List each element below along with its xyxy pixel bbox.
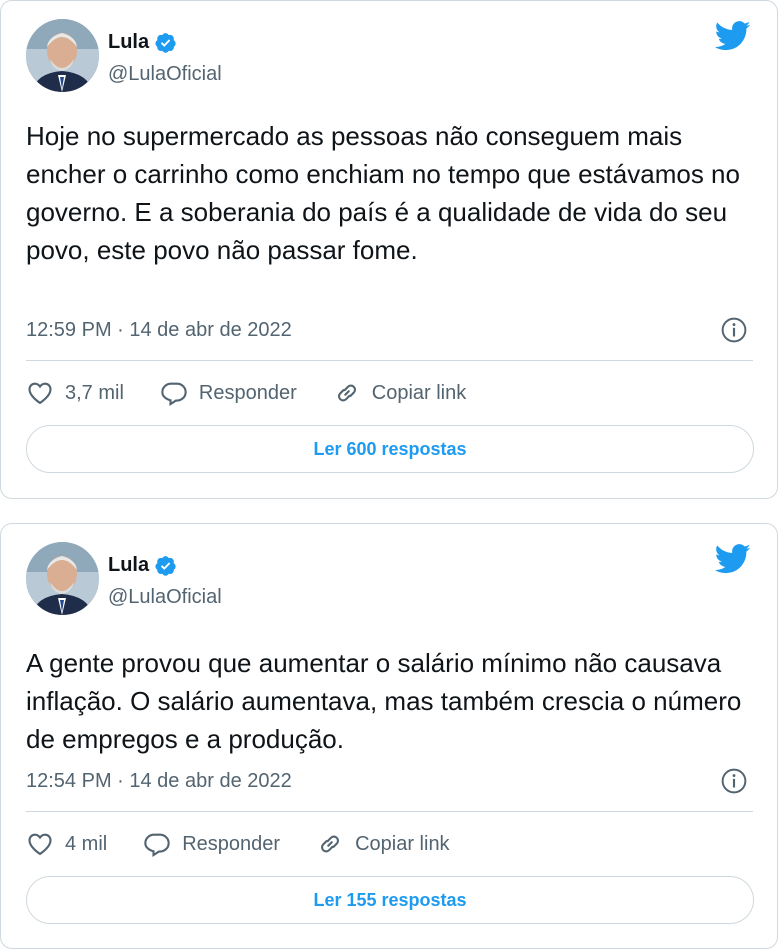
copy-link-button[interactable]: Copiar link (333, 379, 466, 407)
avatar[interactable] (26, 19, 99, 92)
divider (26, 811, 753, 812)
reply-label: Responder (198, 381, 297, 404)
info-icon[interactable] (721, 317, 747, 343)
like-button[interactable]: 3,7 mil (26, 379, 124, 407)
like-button[interactable]: 4 mil (26, 830, 107, 858)
avatar[interactable] (26, 542, 99, 615)
author-name[interactable]: Lula (108, 554, 149, 577)
link-icon (321, 835, 340, 853)
timestamp[interactable]: 12:54 PM · 14 de abr de 2022 (26, 770, 292, 793)
like-count: 3,7 mil (65, 381, 124, 404)
tweet-card: Lula @LulaOficial A gente provou que aum… (0, 523, 778, 949)
tweet-card: Lula @LulaOficial Hoje no supermercado a… (0, 0, 778, 499)
verified-badge-icon (155, 32, 176, 53)
tweet-text: A gente provou que aumentar o salário mí… (26, 648, 742, 754)
read-replies-button[interactable]: Ler 155 respostas (26, 876, 754, 924)
action-bar: 3,7 mil Responder Copiar link (26, 379, 502, 407)
copy-link-button[interactable]: Copiar link (316, 830, 450, 858)
like-count: 4 mil (65, 832, 108, 855)
heart-icon (28, 382, 52, 405)
author-handle[interactable]: @LulaOficial (108, 63, 222, 86)
author-name[interactable]: Lula (108, 31, 149, 54)
divider (26, 360, 753, 361)
verified-badge-icon (155, 555, 176, 576)
timestamp[interactable]: 12:59 PM · 14 de abr de 2022 (26, 319, 292, 342)
reply-bubble-icon (161, 382, 187, 407)
copy-link-label: Copiar link (371, 381, 467, 404)
reply-bubble-icon (144, 833, 170, 858)
link-icon (337, 384, 356, 402)
reply-button[interactable]: Responder (160, 379, 297, 407)
reply-button[interactable]: Responder (143, 830, 280, 858)
reply-label: Responder (182, 832, 281, 855)
action-bar: 4 mil Responder Copiar link (26, 830, 486, 858)
twitter-bird-icon[interactable] (715, 544, 751, 574)
info-icon[interactable] (721, 768, 747, 794)
read-replies-button[interactable]: Ler 600 respostas (26, 425, 754, 473)
heart-icon (28, 833, 52, 856)
copy-link-label: Copiar link (355, 832, 450, 855)
author-handle[interactable]: @LulaOficial (108, 586, 222, 609)
tweet-text: Hoje no supermercado as pessoas não cons… (26, 121, 740, 265)
twitter-bird-icon[interactable] (715, 21, 751, 51)
